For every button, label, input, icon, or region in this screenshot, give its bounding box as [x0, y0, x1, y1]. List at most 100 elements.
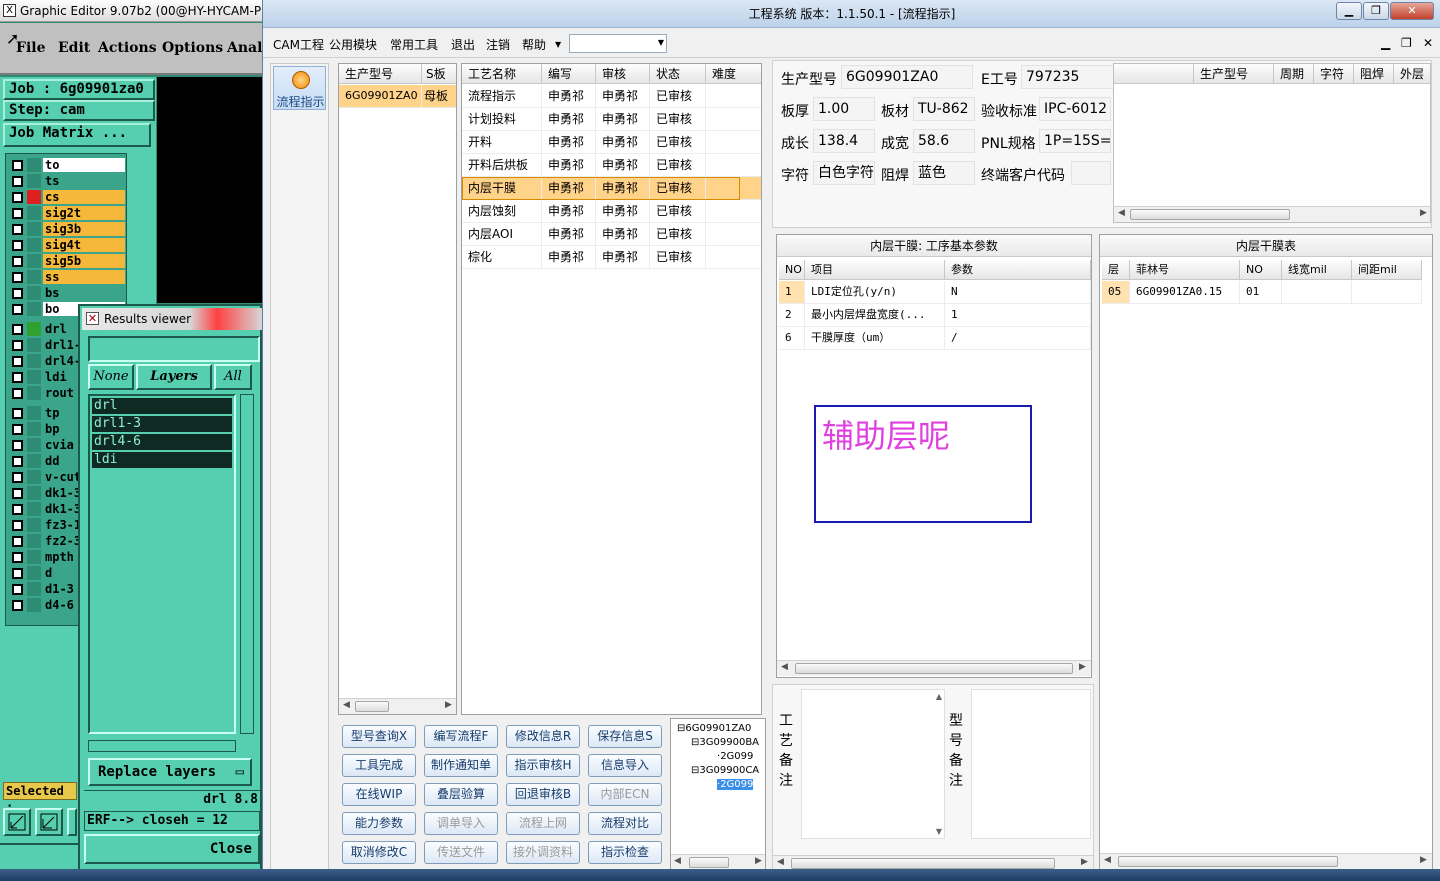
- none-button[interactable]: None: [88, 364, 134, 390]
- column-header[interactable]: 层: [1102, 260, 1130, 280]
- character-value[interactable]: 白色字符: [813, 161, 875, 185]
- layer-name[interactable]: sig2t: [43, 206, 125, 220]
- layer-affected-mark[interactable]: [27, 582, 41, 596]
- rv-layer-list[interactable]: drl drl1-3 drl4-6 ldi: [88, 394, 236, 734]
- menu-common-tools[interactable]: 常用工具: [390, 36, 438, 53]
- scroll-thumb[interactable]: [791, 858, 1055, 869]
- layer-checkbox[interactable]: [12, 160, 23, 171]
- layer-checkbox[interactable]: [12, 324, 23, 335]
- craft-remark-text[interactable]: ▲ ▼: [801, 689, 945, 839]
- layer-affected-mark[interactable]: [27, 254, 41, 268]
- menu-cam-project[interactable]: CAM工程: [273, 36, 324, 53]
- module-combo[interactable]: ▼: [569, 34, 667, 53]
- menu-options[interactable]: Options: [162, 40, 223, 56]
- tree-node[interactable]: ⊟6G09901ZA0: [677, 723, 751, 734]
- layer-affected-mark[interactable]: [27, 518, 41, 532]
- column-header[interactable]: 编写: [542, 64, 596, 84]
- model-remark-text[interactable]: [971, 689, 1091, 839]
- action-button[interactable]: 能力参数: [342, 812, 416, 835]
- action-button[interactable]: 接外调资料: [506, 841, 580, 864]
- layer-checkbox[interactable]: [12, 192, 23, 203]
- graphic-canvas[interactable]: [157, 77, 262, 303]
- scroll-thumb[interactable]: [355, 701, 389, 712]
- mdi-close-button[interactable]: ✕: [1423, 36, 1433, 50]
- customer-code-value[interactable]: [1071, 161, 1111, 185]
- layer-checkbox[interactable]: [12, 600, 23, 611]
- layer-checkbox[interactable]: [12, 424, 23, 435]
- menu-common-module[interactable]: 公用模块: [329, 36, 377, 53]
- layer-checkbox[interactable]: [12, 584, 23, 595]
- layer-affected-mark[interactable]: [27, 238, 41, 252]
- column-header[interactable]: 工艺名称: [462, 64, 542, 84]
- column-header[interactable]: NO: [779, 260, 805, 280]
- layer-affected-mark[interactable]: [27, 370, 41, 384]
- menu-exit[interactable]: 退出: [451, 36, 475, 53]
- action-button[interactable]: 修改信息R: [506, 725, 580, 748]
- rv-vertical-scrollbar[interactable]: [240, 394, 254, 734]
- layer-checkbox[interactable]: [12, 536, 23, 547]
- layer-affected-mark[interactable]: [27, 322, 41, 336]
- width-value[interactable]: 58.6: [913, 129, 975, 153]
- layers-button[interactable]: Layers: [136, 364, 212, 390]
- layer-checkbox[interactable]: [12, 272, 23, 283]
- action-button[interactable]: 制作通知单: [424, 754, 498, 777]
- layer-name[interactable]: ss: [43, 270, 125, 284]
- material-value[interactable]: TU-862 H: [913, 97, 975, 121]
- layer-checkbox[interactable]: [12, 472, 23, 483]
- param-grid[interactable]: NO 项目 参数 1 LDI定位孔(y/n) N 2 最小内层焊盘宽度(... 1 6 干膜厚度（u…: [779, 260, 1091, 350]
- job-matrix-button[interactable]: Job Matrix ...: [3, 123, 151, 147]
- column-header[interactable]: 线宽mil: [1282, 260, 1352, 280]
- action-button[interactable]: 编写流程F: [424, 725, 498, 748]
- action-button[interactable]: 内部ECN: [588, 783, 662, 806]
- layer-affected-mark[interactable]: [27, 270, 41, 284]
- layer-name[interactable]: sig5b: [43, 254, 125, 268]
- list-item[interactable]: drl: [92, 398, 232, 414]
- layer-checkbox[interactable]: [12, 256, 23, 267]
- tree-node[interactable]: ·2G099: [717, 779, 754, 790]
- all-button[interactable]: All: [214, 364, 252, 390]
- action-button[interactable]: 指示检查: [588, 841, 662, 864]
- layer-affected-mark[interactable]: [27, 422, 41, 436]
- param-hscroll[interactable]: ◀ ▶: [777, 660, 1091, 676]
- layer-row[interactable]: sig2t: [8, 205, 126, 221]
- model-tree[interactable]: ⊟6G09901ZA0 ⊟3G09900BA ·2G099 ⊟3G09900CA ·2G…: [670, 718, 766, 871]
- layer-name[interactable]: to: [43, 158, 125, 172]
- column-header[interactable]: 状态: [650, 64, 706, 84]
- action-button[interactable]: 回退审核B: [506, 783, 580, 806]
- layer-affected-mark[interactable]: [27, 158, 41, 172]
- measure-tool-button[interactable]: [35, 808, 63, 836]
- layer-affected-mark[interactable]: [27, 174, 41, 188]
- model-value[interactable]: 6G09901ZA0: [841, 65, 973, 89]
- layer-row[interactable]: sig4t: [8, 237, 126, 253]
- layer-affected-mark[interactable]: [27, 338, 41, 352]
- action-button[interactable]: 传送文件: [424, 841, 498, 864]
- tree-hscroll[interactable]: ◀ ▶: [671, 854, 765, 870]
- layer-affected-mark[interactable]: [27, 502, 41, 516]
- rv-close-button[interactable]: Close: [84, 834, 260, 864]
- column-header[interactable]: S板: [422, 64, 456, 84]
- layer-affected-mark[interactable]: [27, 566, 41, 580]
- layer-affected-mark[interactable]: [27, 486, 41, 500]
- soldermask-value[interactable]: 蓝色: [913, 161, 975, 185]
- layer-checkbox[interactable]: [12, 356, 23, 367]
- layer-checkbox[interactable]: [12, 224, 23, 235]
- film-hscroll[interactable]: ◀ ▶: [1100, 853, 1432, 869]
- layer-affected-mark[interactable]: [27, 222, 41, 236]
- zoom-tool-button[interactable]: [3, 808, 31, 836]
- list-item[interactable]: ldi: [92, 452, 232, 468]
- column-header[interactable]: 周期: [1274, 64, 1314, 84]
- column-header[interactable]: 阻焊: [1354, 64, 1394, 84]
- action-button[interactable]: 流程对比: [588, 812, 662, 835]
- layer-checkbox[interactable]: [12, 552, 23, 563]
- layer-name[interactable]: ts: [43, 174, 125, 188]
- pnl-value[interactable]: 1P=15S=1: [1039, 129, 1111, 153]
- length-value[interactable]: 138.4: [813, 129, 875, 153]
- scroll-thumb[interactable]: [795, 663, 1073, 674]
- list-item[interactable]: drl4-6: [92, 434, 232, 450]
- menu-file[interactable]: File: [16, 40, 45, 56]
- layer-affected-mark[interactable]: [27, 534, 41, 548]
- action-button[interactable]: 叠层验算: [424, 783, 498, 806]
- layer-checkbox[interactable]: [12, 304, 23, 315]
- layer-row[interactable]: cs: [8, 189, 126, 205]
- chevron-down-icon[interactable]: ▼: [555, 40, 561, 49]
